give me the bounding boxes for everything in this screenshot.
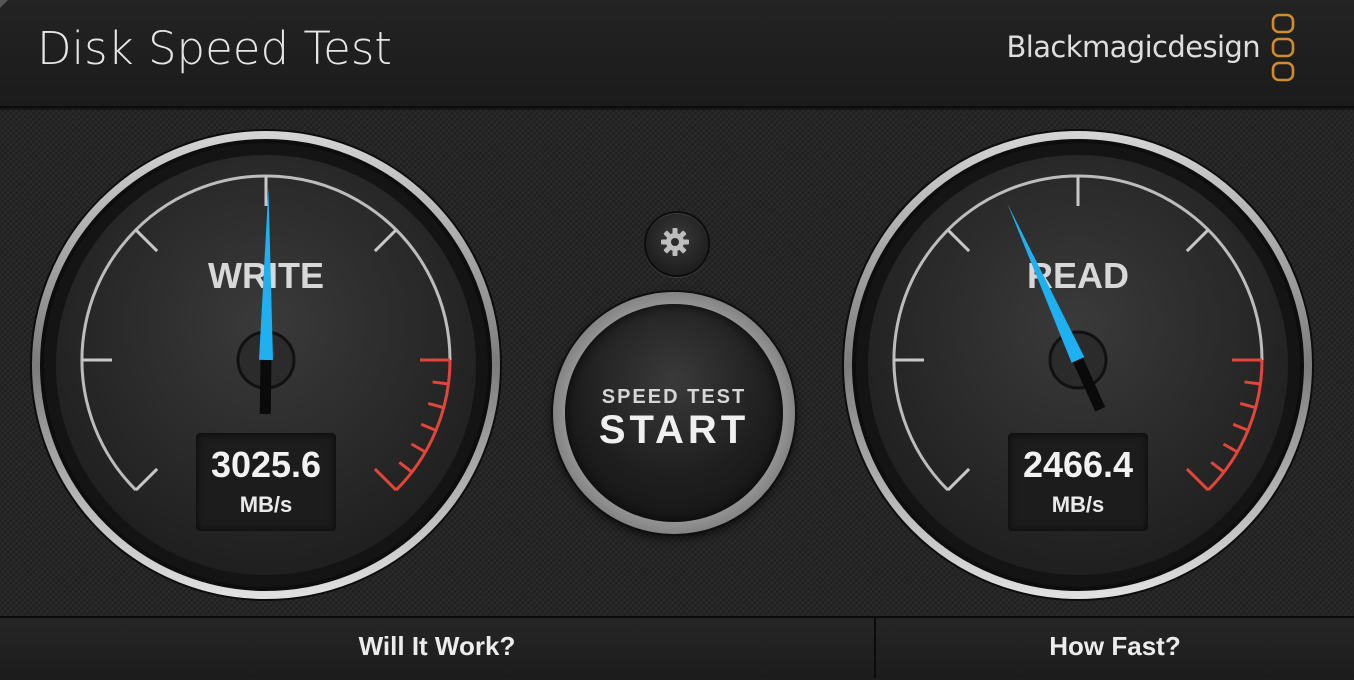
tab-how-fast[interactable]: How Fast? bbox=[876, 618, 1354, 678]
read-needle-layer bbox=[1007, 203, 1108, 412]
write-gauge: WRITE 3025.6 MB/s bbox=[28, 127, 504, 607]
write-needle-blade bbox=[259, 188, 273, 361]
blackmagic-logo-icon bbox=[1271, 13, 1295, 82]
write-needle-layer bbox=[236, 188, 296, 415]
bottom-tab-bar: Will It Work? How Fast? bbox=[0, 616, 1354, 680]
gear-icon bbox=[661, 228, 689, 256]
window-corner-icon bbox=[0, 0, 8, 8]
brand-name: Blackmagicdesign bbox=[1006, 30, 1261, 64]
start-button-label: START bbox=[598, 408, 750, 452]
write-needle bbox=[259, 188, 273, 415]
tab-will-it-work[interactable]: Will It Work? bbox=[0, 618, 876, 678]
app-title: Disk Speed Test bbox=[37, 22, 392, 75]
read-gauge: READ 2466.4 MB/s bbox=[840, 127, 1316, 607]
title-bar: Disk Speed Test Blackmagicdesign bbox=[0, 0, 1354, 108]
write-needle-tail bbox=[259, 359, 272, 415]
speed-test-start-button[interactable]: SPEED TEST START bbox=[565, 304, 783, 522]
start-button-caption: SPEED TEST bbox=[601, 386, 747, 408]
read-needle-blade bbox=[1007, 203, 1085, 363]
read-needle bbox=[1007, 203, 1106, 412]
settings-button[interactable] bbox=[644, 211, 710, 277]
